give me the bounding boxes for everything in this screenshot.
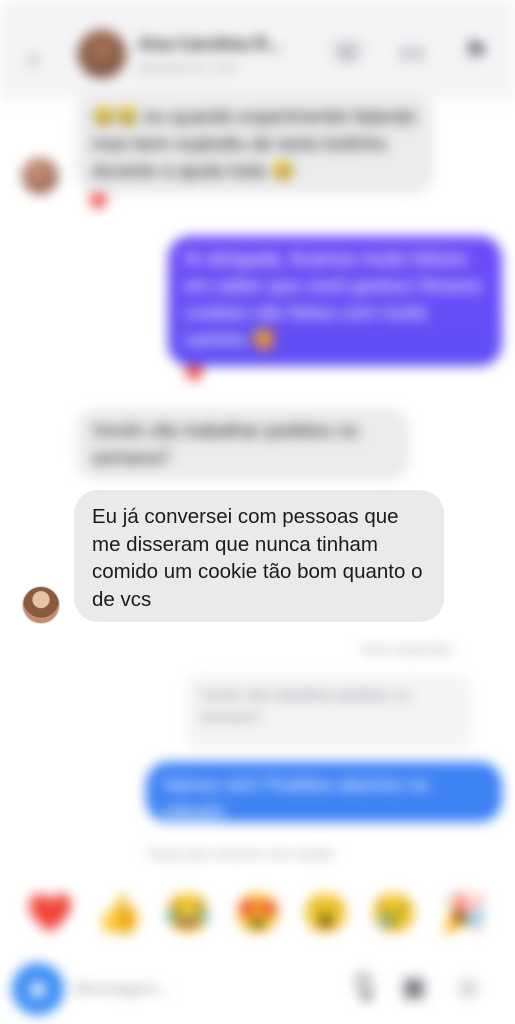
message-incoming-1[interactable]: 😂😂 eu quando experimentei falando mas be… xyxy=(76,94,434,194)
flag-icon[interactable]: ⚑ xyxy=(460,36,492,68)
contact-name[interactable]: Ana Carolina R... xyxy=(138,34,282,55)
reaction-heart[interactable]: ❤️ xyxy=(184,364,204,384)
reply-label: Você respondeu xyxy=(360,642,454,657)
quick-reaction-bar: ❤️ 👍 😂 😍 😮 😢 🎉 xyxy=(0,880,515,950)
message-incoming-2[interactable]: Vocês vão trabalhar pedidos no semana? xyxy=(76,408,410,480)
heart-reaction-button[interactable]: ❤️ xyxy=(26,892,73,936)
reaction-hint: Toque para reenviar uma reação xyxy=(146,846,334,861)
message-input[interactable]: Mensagem... xyxy=(74,979,172,999)
reply-preview[interactable]: Vocês vão trabalhar pedidos no semana? xyxy=(186,675,472,750)
contact-status: Ativo(a) há 1 min xyxy=(138,60,237,75)
wow-reaction-button[interactable]: 😮 xyxy=(302,892,349,936)
sender-avatar[interactable] xyxy=(22,586,60,624)
cry-reaction-button[interactable]: 😢 xyxy=(370,892,417,936)
image-icon[interactable]: ▣ xyxy=(396,969,432,1005)
party-reaction-button[interactable]: 🎉 xyxy=(440,892,487,936)
love-eyes-reaction-button[interactable]: 😍 xyxy=(234,892,281,936)
contact-avatar[interactable] xyxy=(78,30,126,78)
thumbs-up-reaction-button[interactable]: 👍 xyxy=(96,892,143,936)
camera-icon[interactable]: ◉ xyxy=(12,963,64,1015)
sticker-icon[interactable]: ☺ xyxy=(450,969,486,1005)
sender-avatar xyxy=(22,158,58,194)
message-outgoing-2[interactable]: Vamos sim! Pedidos abertos no sábado xyxy=(146,762,502,823)
phone-icon[interactable]: ☏ xyxy=(330,36,365,68)
reaction-heart[interactable]: ❤️ xyxy=(88,192,108,212)
message-outgoing-1[interactable]: Ai obrigada, ficamos muito felizes em sa… xyxy=(168,236,502,366)
microphone-icon[interactable]: 🎙 xyxy=(346,969,382,1005)
chat-header: ‹ Ana Carolina R... Ativo(a) há 1 min ☏ … xyxy=(0,0,515,100)
highlighted-message[interactable]: Eu já conversei com pessoas que me disse… xyxy=(74,490,444,622)
laugh-reaction-button[interactable]: 😂 xyxy=(164,892,211,936)
video-camera-icon[interactable]: ▭ xyxy=(396,36,428,68)
back-button[interactable]: ‹ xyxy=(28,40,39,77)
message-composer: ◉ Mensagem... 🎙 ▣ ☺ xyxy=(0,955,515,1024)
